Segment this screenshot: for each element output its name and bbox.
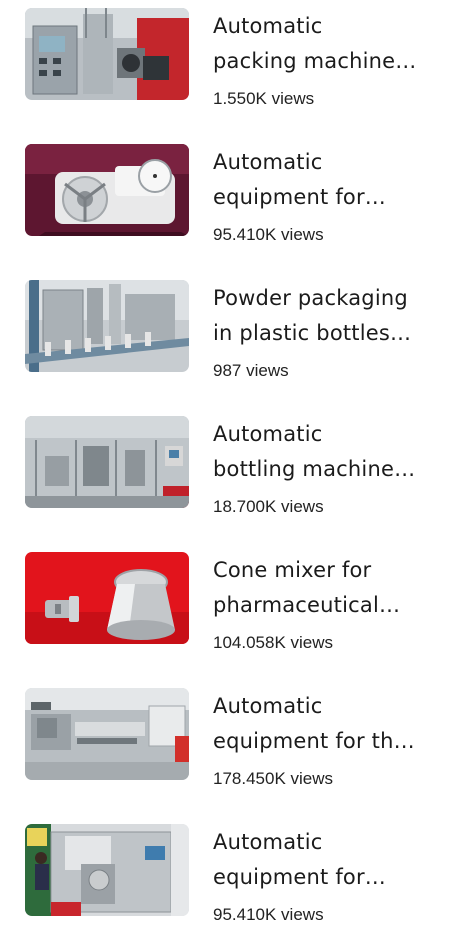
video-title[interactable]: Automatic equipment for th… [213,689,451,759]
video-item[interactable]: Automatic equipment for th… 178.450K vie… [0,680,467,816]
video-title-line: equipment for… [213,865,386,889]
video-title-line: equipment for… [213,185,386,209]
capsule-machine-icon [25,688,189,780]
video-thumbnail[interactable] [25,688,189,780]
video-item[interactable]: Cone mixer for pharmaceutical… 104.058K … [0,544,467,680]
video-title-line: Automatic [213,830,323,854]
video-title-line: Automatic [213,694,323,718]
video-title-line: bottling machine… [213,457,416,481]
video-item[interactable]: Automatic equipment for… 95.410K views [0,816,467,952]
video-title-line: equipment for th… [213,729,415,753]
video-title-line: Powder packaging [213,286,408,310]
video-item[interactable]: Automatic equipment for… 95.410K views [0,136,467,272]
video-title[interactable]: Automatic packing machine… [213,9,451,79]
cone-mixer-icon [25,552,189,644]
video-title[interactable]: Automatic equipment for… [213,145,451,215]
video-thumbnail[interactable] [25,144,189,236]
video-title-line: Automatic [213,422,323,446]
capsule-filler-icon [25,824,189,916]
bottle-conveyor-icon [25,280,189,372]
view-count: 18.700K views [213,497,324,516]
video-title-line: packing machine… [213,49,417,73]
view-count: 104.058K views [213,633,334,652]
video-title[interactable]: Automatic equipment for… [213,825,451,895]
tablet-hardness-tester-icon [25,144,189,236]
video-item[interactable]: Automatic packing machine… 1.550K views [0,0,467,136]
bottling-line-icon [25,416,189,508]
video-thumbnail[interactable] [25,824,189,916]
video-title[interactable]: Powder packaging in plastic bottles… [213,281,451,351]
video-title-line: Automatic [213,150,323,174]
video-item[interactable]: Automatic bottling machine… 18.700K view… [0,408,467,544]
video-thumbnail[interactable] [25,416,189,508]
video-thumbnail[interactable] [25,552,189,644]
video-title-line: in plastic bottles… [213,321,412,345]
video-thumbnail[interactable] [25,280,189,372]
view-count: 178.450K views [213,769,334,788]
view-count: 95.410K views [213,905,324,924]
video-item[interactable]: Powder packaging in plastic bottles… 987… [0,272,467,408]
packing-machine-icon [25,8,189,100]
video-title[interactable]: Cone mixer for pharmaceutical… [213,553,451,623]
video-title-line: Automatic [213,14,323,38]
view-count: 987 views [213,361,289,380]
video-thumbnail[interactable] [25,8,189,100]
video-title[interactable]: Automatic bottling machine… [213,417,451,487]
view-count: 95.410K views [213,225,324,244]
video-title-line: pharmaceutical… [213,593,401,617]
view-count: 1.550K views [213,89,315,108]
video-title-line: Cone mixer for [213,558,372,582]
